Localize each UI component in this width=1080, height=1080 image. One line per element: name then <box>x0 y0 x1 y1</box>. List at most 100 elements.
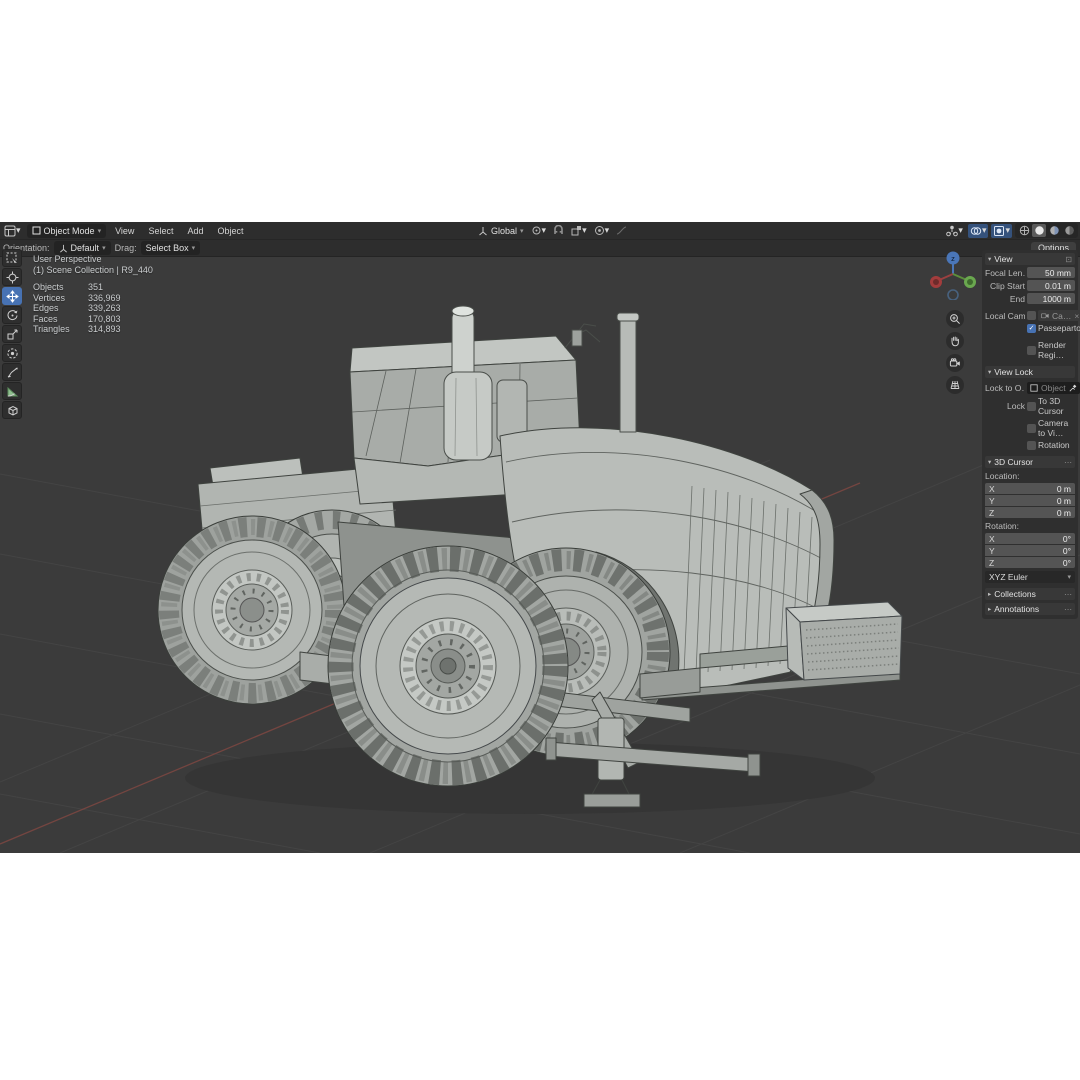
transform-tool-icon <box>6 347 19 360</box>
clip-end-field[interactable]: 1000 m <box>1027 293 1075 304</box>
pivot-point-dropdown[interactable]: ▾ <box>529 224 549 238</box>
drag-label: Drag: <box>115 243 137 253</box>
scale-tool-icon <box>6 328 19 341</box>
cursor-rotation-z[interactable]: Z0° <box>985 557 1075 568</box>
euler-order-dropdown[interactable]: XYZ Euler ▾ <box>985 571 1075 583</box>
xray-toggle[interactable]: ▾ <box>991 224 1012 238</box>
orientation-dropdown[interactable]: Default ▾ <box>54 241 111 255</box>
snap-increment-icon <box>571 225 582 236</box>
cursor-location-y[interactable]: Y0 m <box>985 495 1075 506</box>
annotate-tool-icon <box>6 366 19 379</box>
passepartout-checkbox[interactable]: ✓ <box>1027 324 1036 333</box>
cursor-rotation-fields: X0° Y0° Z0° <box>985 533 1075 568</box>
gizmo-icon <box>946 225 958 237</box>
chevron-down-icon: ▾ <box>1067 573 1071 581</box>
navigation-gizmo[interactable]: z <box>928 250 978 300</box>
local-camera-checkbox[interactable] <box>1027 311 1036 320</box>
transform-orientation-dropdown[interactable]: Global ▾ <box>476 224 526 238</box>
snap-toggle[interactable] <box>551 224 566 238</box>
show-gizmo-dropdown[interactable]: ▾ <box>944 224 965 238</box>
gizmo-z-negative[interactable] <box>948 290 958 300</box>
section-view-lock[interactable]: ▾ View Lock <box>985 366 1075 378</box>
wireframe-shading-icon <box>1019 225 1030 236</box>
camera-to-view-checkbox[interactable] <box>1027 424 1036 433</box>
gizmo-z-label: z <box>951 254 955 263</box>
toolbar <box>2 249 24 419</box>
snap-settings-dropdown[interactable]: ▾ <box>569 224 589 238</box>
lock-to-object-placeholder: Object <box>1041 383 1066 393</box>
object-data-icon <box>1030 384 1038 392</box>
tool-add-cube[interactable] <box>2 401 22 419</box>
clear-icon[interactable]: × <box>1074 311 1079 321</box>
section-collections[interactable]: ▸ Collections ⋯ <box>985 588 1075 600</box>
cursor-rotation-label: Rotation: <box>985 521 1075 531</box>
hand-icon <box>949 335 961 347</box>
overlays-icon <box>970 225 982 237</box>
lock-3d-cursor-checkbox[interactable] <box>1027 402 1036 411</box>
proportional-editing-dropdown[interactable]: ▾ <box>592 224 612 238</box>
tool-cursor[interactable] <box>2 268 22 286</box>
cursor-tool-icon <box>6 271 19 284</box>
section-view-title: View <box>994 254 1012 264</box>
eyedropper-icon[interactable] <box>1069 384 1077 392</box>
lock-rotation-checkbox[interactable] <box>1027 441 1036 450</box>
stat-value: 351 <box>88 282 103 293</box>
section-3d-cursor[interactable]: ▾ 3D Cursor ⋯ <box>985 456 1075 468</box>
tool-settings-bar: Orientation: Default ▾ Drag: Select Box … <box>0 240 1080 257</box>
viewport-nav-buttons <box>946 310 964 394</box>
render-region-checkbox[interactable] <box>1027 346 1036 355</box>
shading-material-button[interactable] <box>1047 224 1061 237</box>
cursor-rotation-y[interactable]: Y0° <box>985 545 1075 556</box>
mode-dropdown[interactable]: Object Mode ▾ <box>27 224 107 238</box>
passepartout-label: Passepartout <box>1038 323 1080 333</box>
drag-value: Select Box <box>146 243 189 253</box>
local-camera-label: Local Cam… <box>985 311 1025 321</box>
tractor-model <box>158 306 902 814</box>
tool-measure[interactable] <box>2 382 22 400</box>
clip-start-label: Clip Start <box>985 281 1025 291</box>
menu-view[interactable]: View <box>110 226 139 236</box>
tool-select-box[interactable] <box>2 249 22 267</box>
stat-value: 339,263 <box>88 303 121 314</box>
pan-button[interactable] <box>946 332 964 350</box>
camera-view-button[interactable] <box>946 354 964 372</box>
menu-add[interactable]: Add <box>182 226 208 236</box>
shading-solid-button[interactable] <box>1032 224 1046 237</box>
zoom-button[interactable] <box>946 310 964 328</box>
menu-select[interactable]: Select <box>143 226 178 236</box>
viewport-3d[interactable] <box>0 222 1080 853</box>
camera-to-view-label: Camera to Vi… <box>1038 418 1075 438</box>
shading-wireframe-button[interactable] <box>1017 224 1031 237</box>
section-menu-icon[interactable]: ⋯ <box>1064 590 1072 599</box>
clip-start-value: 0.01 m <box>1045 281 1071 291</box>
cursor-rotation-x[interactable]: X0° <box>985 533 1075 544</box>
lock-to-object-field[interactable]: Object <box>1027 382 1080 394</box>
tool-annotate[interactable] <box>2 363 22 381</box>
cursor-location-x[interactable]: X0 m <box>985 483 1075 494</box>
shading-rendered-button[interactable] <box>1062 224 1076 237</box>
editor-type-button[interactable]: ▾ <box>2 224 23 238</box>
focal-length-field[interactable]: 50 mm <box>1027 267 1075 278</box>
menu-object[interactable]: Object <box>212 226 248 236</box>
cursor-location-z[interactable]: Z0 m <box>985 507 1075 518</box>
tool-transform[interactable] <box>2 344 22 362</box>
view-perspective-label: User Perspective <box>33 254 153 265</box>
tool-rotate[interactable] <box>2 306 22 324</box>
tool-scale[interactable] <box>2 325 22 343</box>
euler-order-value: XYZ Euler <box>989 572 1028 582</box>
tool-move[interactable] <box>2 287 22 305</box>
section-view[interactable]: ▾ View ⊡ <box>985 253 1075 265</box>
section-menu-icon[interactable]: ⋯ <box>1064 458 1072 467</box>
clip-start-field[interactable]: 0.01 m <box>1027 280 1075 291</box>
perspective-toggle-button[interactable] <box>946 376 964 394</box>
local-camera-field[interactable]: Ca… × <box>1038 310 1080 321</box>
panel-pin-icon[interactable]: ⊡ <box>1065 255 1072 264</box>
section-annotations[interactable]: ▸ Annotations ⋯ <box>985 603 1075 615</box>
focal-length-value: 50 mm <box>1045 268 1071 278</box>
xray-icon <box>993 225 1005 237</box>
section-menu-icon[interactable]: ⋯ <box>1064 605 1072 614</box>
show-overlays-toggle[interactable]: ▾ <box>968 224 989 238</box>
stat-label: Triangles <box>33 324 88 335</box>
drag-dropdown[interactable]: Select Box ▾ <box>141 241 201 255</box>
chevron-down-icon: ▾ <box>988 255 991 263</box>
